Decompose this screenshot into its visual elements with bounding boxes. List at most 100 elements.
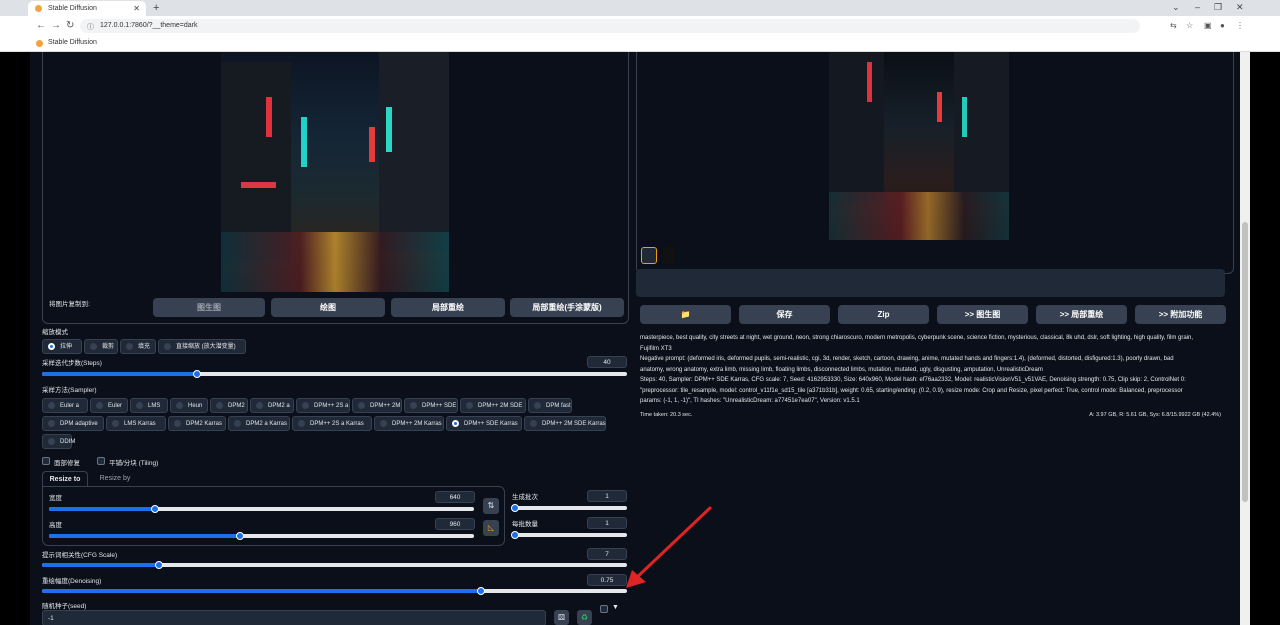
browser-tab[interactable]: Stable Diffusion ✕ bbox=[28, 1, 146, 16]
send-to-img2img-button[interactable]: >> 图生图 bbox=[937, 305, 1028, 324]
send-to-inpaint-sketch-button[interactable]: 局部重绘(手涂蒙版) bbox=[510, 298, 624, 317]
slider-thumb[interactable] bbox=[511, 531, 519, 539]
batch-size-slider[interactable] bbox=[511, 531, 627, 539]
radio-label: Heun bbox=[188, 403, 203, 409]
bookmark-label: Stable Diffusion bbox=[48, 39, 97, 46]
resize-mode-crop[interactable]: 裁剪 bbox=[84, 339, 118, 354]
width-label: 宽度 bbox=[49, 495, 62, 502]
cfg-slider[interactable] bbox=[42, 561, 627, 569]
sampler-option[interactable]: DDIM bbox=[42, 434, 75, 449]
steps-slider[interactable] bbox=[42, 370, 627, 378]
radio-label: DPM++ 2M Karras bbox=[392, 421, 442, 427]
radio-label: DPM adaptive bbox=[60, 421, 98, 427]
menu-icon[interactable]: ⋮ bbox=[1236, 21, 1244, 30]
output-image[interactable] bbox=[829, 52, 1009, 240]
sampler-option[interactable]: DPM2 bbox=[210, 398, 248, 413]
sampler-option[interactable]: DPM fast bbox=[528, 398, 572, 413]
slider-thumb[interactable] bbox=[155, 561, 163, 569]
reload-icon[interactable]: ↻ bbox=[66, 20, 74, 31]
sampler-option[interactable]: DPM2 a bbox=[250, 398, 294, 413]
sampler-option[interactable]: Euler a bbox=[42, 398, 88, 413]
address-bar-row: ← → ↻ ⓘ 127.0.0.1:7860/?__theme=dark ⇆ ☆… bbox=[0, 16, 1280, 36]
sampler-option[interactable]: Heun bbox=[170, 398, 208, 413]
site-info-icon[interactable]: ⓘ bbox=[87, 22, 94, 32]
page-scrollbar[interactable] bbox=[1240, 52, 1250, 625]
send-to-sketch-button[interactable]: 绘图 bbox=[271, 298, 385, 317]
recycle-icon[interactable]: ♻ bbox=[577, 610, 592, 625]
send-to-img2img-button[interactable]: 图生图 bbox=[153, 298, 265, 317]
resize-mode-stretch[interactable]: 拉伸 bbox=[42, 339, 82, 354]
resize-mode-latent[interactable]: 直接缩放 (放大潜变量) bbox=[158, 339, 246, 354]
zip-button[interactable]: Zip bbox=[838, 305, 929, 324]
sampler-option[interactable]: DPM2 Karras bbox=[168, 416, 226, 431]
sampler-option[interactable]: LMS bbox=[130, 398, 168, 413]
new-tab-icon[interactable]: + bbox=[153, 2, 159, 14]
tab-resize-by[interactable]: Resize by bbox=[92, 471, 138, 486]
send-to-extras-button[interactable]: >> 附加功能 bbox=[1135, 305, 1226, 324]
minimize-icon[interactable]: – bbox=[1195, 2, 1200, 12]
chevron-down-icon[interactable]: ⌄ bbox=[1172, 2, 1180, 13]
slider-thumb[interactable] bbox=[151, 505, 160, 513]
output-gallery-left: 将图片复制到: 图生图 绘图 局部重绘 局部重绘(手涂蒙版) bbox=[42, 52, 629, 324]
sampler-option[interactable]: LMS Karras bbox=[106, 416, 166, 431]
sampler-option[interactable]: DPM++ 2S a Karras bbox=[292, 416, 372, 431]
forward-icon[interactable]: → bbox=[51, 20, 61, 31]
sampler-option[interactable]: DPM++ 2S a bbox=[296, 398, 350, 413]
width-slider[interactable] bbox=[49, 505, 474, 513]
height-input[interactable]: 960 bbox=[435, 518, 475, 530]
tab-resize-to[interactable]: Resize to bbox=[42, 471, 88, 486]
url-field[interactable]: ⓘ 127.0.0.1:7860/?__theme=dark bbox=[80, 19, 1140, 33]
translate-icon[interactable]: ⇆ bbox=[1170, 21, 1177, 30]
info-line: Steps: 40, Sampler: DPM++ SDE Karras, CF… bbox=[640, 377, 1186, 383]
back-icon[interactable]: ← bbox=[36, 20, 46, 31]
sampler-option[interactable]: Euler bbox=[90, 398, 128, 413]
swap-dimensions-icon[interactable]: ⇅ bbox=[483, 498, 499, 514]
denoise-slider[interactable] bbox=[42, 587, 627, 595]
steps-input[interactable]: 40 bbox=[587, 356, 627, 368]
sampler-option[interactable]: DPM adaptive bbox=[42, 416, 104, 431]
sampler-option[interactable]: DPM2 a Karras bbox=[228, 416, 290, 431]
batch-size-label: 每批数量 bbox=[512, 521, 538, 528]
restore-icon[interactable]: ❐ bbox=[1214, 2, 1222, 13]
sampler-option[interactable]: DPM++ 2M Karras bbox=[374, 416, 444, 431]
generated-image[interactable] bbox=[221, 52, 449, 292]
open-folder-button[interactable]: 📁 bbox=[640, 305, 731, 324]
sampler-option[interactable]: DPM++ SDE bbox=[404, 398, 458, 413]
radio-label: DPM++ 2S a Karras bbox=[310, 421, 364, 427]
aspect-ratio-icon[interactable]: ◺ bbox=[483, 520, 499, 536]
batch-count-input[interactable]: 1 bbox=[587, 490, 627, 502]
face-restore-checkbox[interactable] bbox=[42, 457, 50, 465]
resize-mode-fill[interactable]: 填充 bbox=[120, 339, 156, 354]
sampler-option[interactable]: DPM++ SDE Karras bbox=[446, 416, 522, 431]
slider-thumb[interactable] bbox=[193, 370, 202, 378]
slider-thumb[interactable] bbox=[236, 532, 245, 540]
sampler-option[interactable]: DPM++ 2M SDE bbox=[460, 398, 526, 413]
batch-count-slider[interactable] bbox=[511, 504, 627, 512]
slider-thumb[interactable] bbox=[476, 587, 485, 595]
gallery-thumbnail[interactable] bbox=[663, 247, 675, 264]
extra-seed-checkbox[interactable] bbox=[600, 605, 608, 613]
tiling-checkbox[interactable] bbox=[97, 457, 105, 465]
profile-icon[interactable]: ● bbox=[1220, 21, 1225, 30]
sampler-option[interactable]: DPM++ 2M bbox=[352, 398, 402, 413]
bookmark-star-icon[interactable]: ☆ bbox=[1186, 21, 1193, 30]
sampler-option[interactable]: DPM++ 2M SDE Karras bbox=[524, 416, 606, 431]
close-window-icon[interactable]: ✕ bbox=[1236, 2, 1244, 13]
bookmark-item[interactable]: Stable Diffusion bbox=[36, 39, 97, 47]
seed-input[interactable]: -1 bbox=[42, 610, 546, 625]
slider-thumb[interactable] bbox=[511, 504, 519, 512]
radio-icon bbox=[48, 343, 55, 350]
radio-label: DPM++ 2M bbox=[370, 403, 401, 409]
gallery-thumbnail-selected[interactable] bbox=[641, 247, 657, 264]
sidepanel-icon[interactable]: ▣ bbox=[1204, 21, 1212, 30]
radio-icon bbox=[48, 420, 55, 427]
width-input[interactable]: 640 bbox=[435, 491, 475, 503]
height-slider[interactable] bbox=[49, 532, 474, 540]
triangle-down-icon[interactable]: ▼ bbox=[612, 604, 619, 611]
dice-icon[interactable]: ⚄ bbox=[554, 610, 569, 625]
scrollbar-thumb[interactable] bbox=[1242, 222, 1248, 502]
send-to-inpaint-button[interactable]: >> 局部重绘 bbox=[1036, 305, 1127, 324]
close-tab-icon[interactable]: ✕ bbox=[133, 4, 140, 13]
send-to-inpaint-button[interactable]: 局部重绘 bbox=[391, 298, 505, 317]
save-button[interactable]: 保存 bbox=[739, 305, 830, 324]
